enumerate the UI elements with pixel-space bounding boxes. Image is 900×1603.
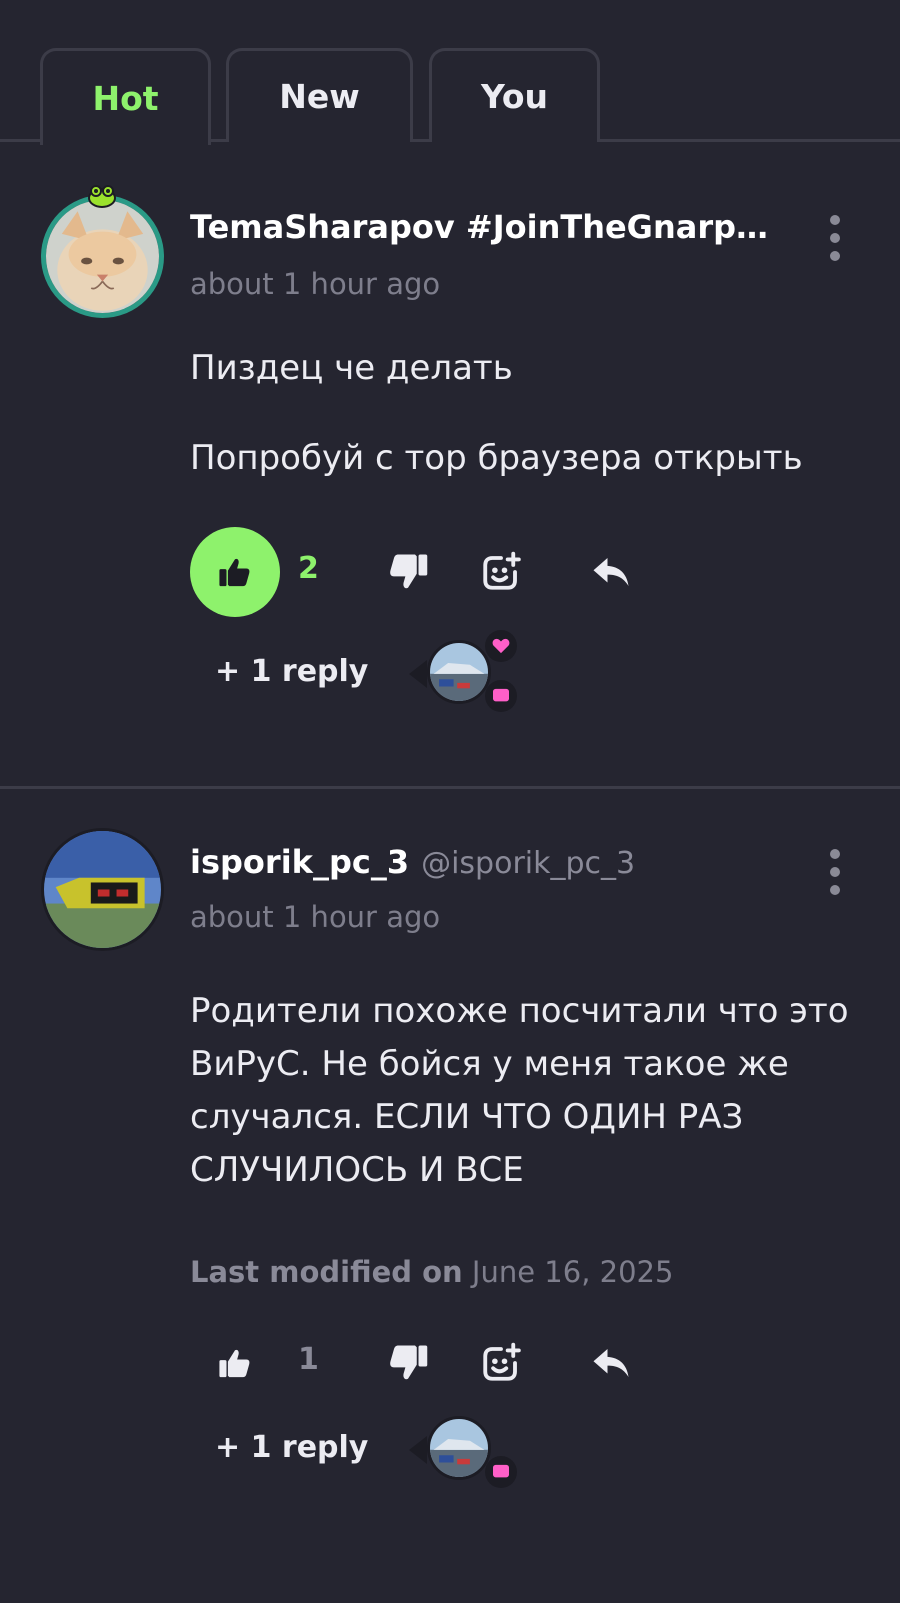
like-button[interactable] [190, 1318, 280, 1408]
comment-reaction-badge [485, 1456, 517, 1488]
reply-arrow-icon [593, 1349, 629, 1377]
comment-icon [493, 1464, 509, 1478]
modified-label: Last modified on [190, 1255, 463, 1289]
reply-avatar [427, 640, 491, 704]
comment-icon [493, 688, 509, 702]
like-button[interactable] [190, 527, 280, 617]
timestamp: about 1 hour ago [190, 900, 441, 934]
reply-avatar-stack [403, 1410, 517, 1490]
comment-actions: 1 [190, 1318, 890, 1408]
comment-line: Родители похоже посчитали что это ВиРуС.… [190, 991, 849, 1190]
thumbs-down-icon [390, 554, 428, 589]
user-handle[interactable]: @isporik_pc_3 [421, 846, 635, 881]
heart-reaction-badge [485, 630, 517, 662]
stadium-avatar-icon [430, 1419, 488, 1477]
add-reaction-icon [483, 1342, 521, 1381]
cat-avatar-icon [46, 200, 159, 313]
reply-avatar-stack [403, 630, 517, 714]
add-reaction-button[interactable] [480, 551, 522, 593]
dislike-button[interactable] [387, 551, 429, 593]
avatar[interactable] [41, 195, 164, 318]
more-options-icon[interactable] [822, 849, 848, 895]
timestamp: about 1 hour ago [190, 267, 441, 301]
stadium-avatar-icon [430, 643, 488, 701]
comment-body: Родители похоже посчитали что это ВиРуС.… [190, 985, 870, 1197]
reply-button[interactable] [590, 551, 632, 593]
like-count: 2 [298, 551, 319, 586]
thumbs-up-icon [219, 558, 250, 587]
frog-badge-icon [88, 185, 116, 208]
dislike-button[interactable] [387, 1342, 429, 1384]
tab-new[interactable]: New [226, 48, 413, 142]
username[interactable]: TemaSharapov #JoinTheGnarpC... [190, 208, 780, 246]
comment-body: Пиздец че делать Попробуй с тор браузера… [190, 342, 870, 485]
avatar[interactable] [41, 828, 164, 951]
replies-link[interactable]: + 1 reply [215, 1430, 368, 1465]
add-reaction-button[interactable] [480, 1342, 522, 1384]
last-modified: Last modified on June 16, 2025 [190, 1255, 673, 1289]
reply-button[interactable] [590, 1342, 632, 1384]
reply-avatar [427, 1416, 491, 1480]
like-count: 1 [298, 1342, 319, 1377]
modified-date: June 16, 2025 [471, 1255, 674, 1289]
add-reaction-icon [483, 551, 521, 590]
comment-line: Пиздец че делать [190, 348, 513, 388]
username[interactable]: isporik_pc_3 [190, 843, 409, 881]
tab-you[interactable]: You [429, 48, 600, 142]
pixel-creature-avatar-icon [44, 831, 161, 948]
comment-line: Попробуй с тор браузера открыть [190, 438, 803, 478]
comment-actions: 2 [190, 527, 890, 617]
reply-arrow-icon [593, 558, 629, 586]
thumbs-up-icon [219, 1349, 250, 1378]
feed-tabs: Hot New You [0, 0, 900, 145]
comment-card: isporik_pc_3 @isporik_pc_3 about 1 hour … [0, 790, 900, 1603]
replies-link[interactable]: + 1 reply [215, 654, 368, 689]
tab-hot[interactable]: Hot [40, 48, 211, 145]
thumbs-down-icon [390, 1345, 428, 1380]
comment-reaction-badge [485, 680, 517, 712]
comment-card: TemaSharapov #JoinTheGnarpC... about 1 h… [0, 142, 900, 789]
more-options-icon[interactable] [822, 215, 848, 261]
heart-icon [492, 638, 510, 654]
